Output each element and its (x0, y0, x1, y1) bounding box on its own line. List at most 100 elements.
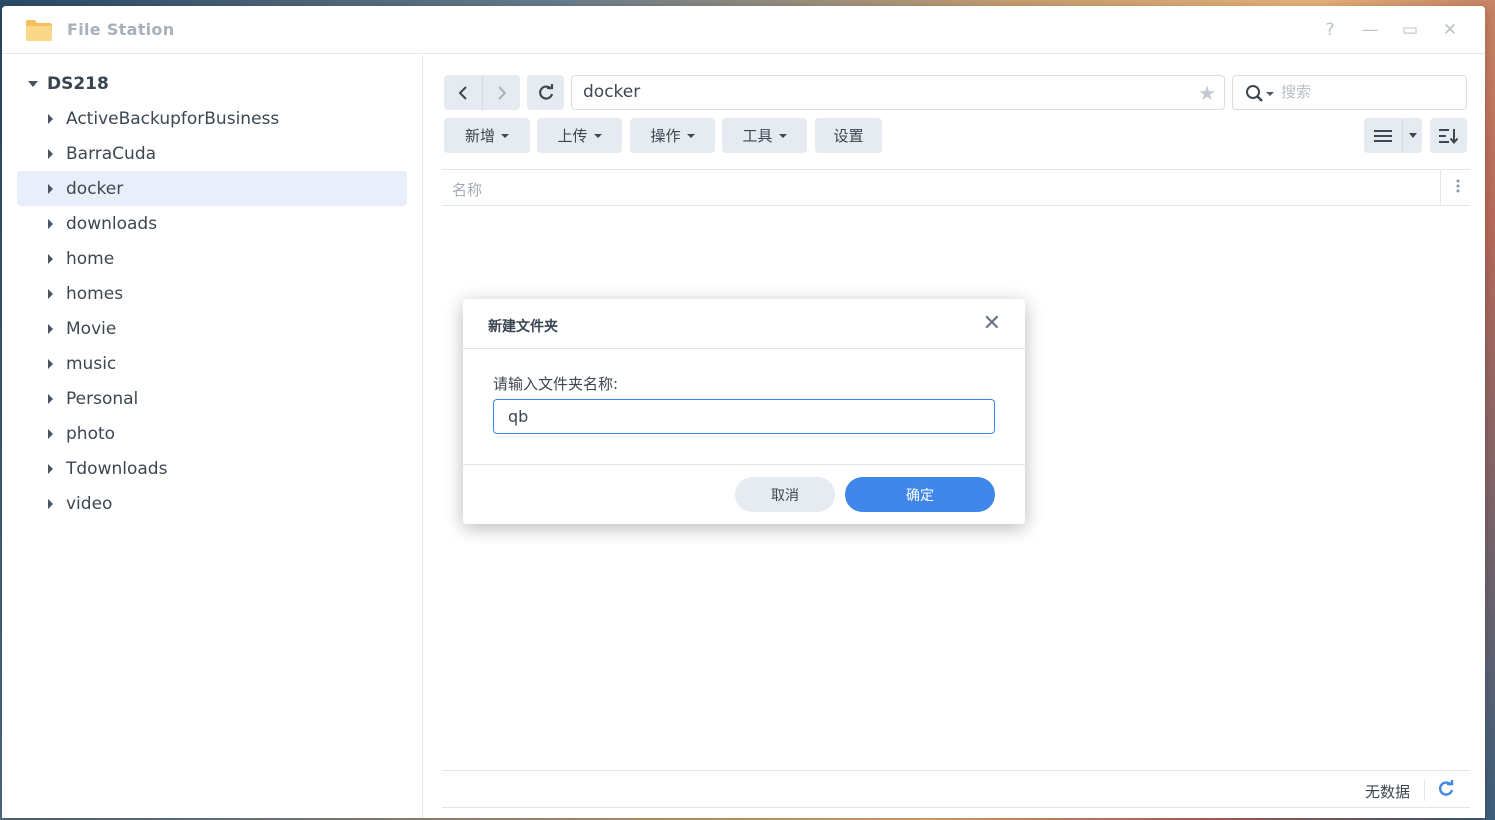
back-button[interactable] (444, 75, 482, 110)
column-header: 名称 (442, 169, 1470, 206)
list-view-button[interactable] (1364, 118, 1402, 153)
folder-name-input[interactable] (493, 399, 995, 434)
empty-status-text: 无数据 (1364, 783, 1410, 801)
search-options-caret-icon[interactable] (1266, 92, 1274, 96)
maximize-icon[interactable]: ▭ (1399, 19, 1421, 41)
sidebar-item-label: photo (66, 423, 116, 444)
upload-button[interactable]: 上传 (537, 118, 622, 153)
sidebar-item-video[interactable]: video (17, 486, 407, 521)
tools-button-label: 工具 (742, 127, 773, 145)
dialog-divider-bottom (463, 464, 1025, 465)
column-separator (1440, 170, 1441, 206)
caret-right-icon[interactable] (48, 218, 53, 229)
dialog-divider-top (463, 348, 1025, 349)
view-mode-dropdown[interactable] (1402, 118, 1422, 153)
status-footer: 无数据 (442, 770, 1470, 808)
sidebar-item-label: Tdownloads (66, 458, 168, 479)
caret-right-icon[interactable] (48, 183, 53, 194)
settings-button-label: 设置 (833, 127, 864, 145)
column-menu-icon[interactable] (1456, 178, 1462, 194)
sidebar-item-personal[interactable]: Personal (17, 381, 407, 416)
sidebar-item-home[interactable]: home (17, 241, 407, 276)
close-icon[interactable]: ✕ (1439, 19, 1461, 41)
caret-right-icon[interactable] (48, 253, 53, 264)
footer-separator (1424, 779, 1425, 801)
sort-button[interactable] (1430, 118, 1467, 153)
sidebar-item-movie[interactable]: Movie (17, 311, 407, 346)
search-input[interactable] (1281, 83, 1451, 101)
sidebar-item-activebackupforbusiness[interactable]: ActiveBackupforBusiness (17, 101, 407, 136)
chevron-left-icon (458, 85, 467, 100)
caret-right-icon[interactable] (48, 498, 53, 509)
window-title: File Station (67, 20, 175, 39)
forward-button[interactable] (482, 75, 520, 110)
settings-button[interactable]: 设置 (815, 118, 882, 153)
sidebar-item-label: downloads (66, 213, 158, 234)
tree-root-label: DS218 (47, 74, 109, 94)
ok-button[interactable]: 确定 (845, 477, 995, 512)
caret-right-icon[interactable] (48, 393, 53, 404)
sidebar-item-barracuda[interactable]: BarraCuda (17, 136, 407, 171)
reload-icon[interactable] (1437, 780, 1455, 798)
create-button-label: 新增 (464, 127, 495, 145)
caret-right-icon[interactable] (48, 358, 53, 369)
sidebar-item-tdownloads[interactable]: Tdownloads (17, 451, 407, 486)
sidebar-item-docker[interactable]: docker (17, 171, 407, 206)
sidebar-item-music[interactable]: music (17, 346, 407, 381)
caret-right-icon[interactable] (48, 323, 53, 334)
caret-down-icon (501, 133, 509, 138)
help-icon[interactable]: ? (1319, 19, 1341, 41)
dialog-title: 新建文件夹 (488, 319, 558, 335)
sidebar-item-photo[interactable]: photo (17, 416, 407, 451)
caret-down-icon (686, 133, 695, 138)
list-view-icon (1374, 129, 1392, 142)
sort-icon (1438, 128, 1458, 144)
sidebar-item-label: home (66, 248, 115, 269)
folder-name-label: 请输入文件夹名称: (493, 375, 619, 393)
sidebar-item-label: ActiveBackupforBusiness (66, 108, 280, 129)
upload-button-label: 上传 (557, 127, 588, 145)
column-name-header[interactable]: 名称 (452, 179, 482, 200)
star-icon[interactable]: ★ (1198, 81, 1216, 105)
nav-button-group (444, 75, 520, 110)
search-icon[interactable] (1245, 84, 1265, 104)
new-folder-dialog: 新建文件夹 ✕ 请输入文件夹名称: 取消 确定 (463, 299, 1025, 524)
sidebar-item-label: Personal (66, 388, 139, 409)
tree-list: ActiveBackupforBusiness BarraCuda docker do… (17, 101, 407, 521)
caret-down-icon (593, 133, 602, 138)
tools-button[interactable]: 工具 (722, 118, 807, 153)
view-mode-group (1364, 118, 1422, 153)
sidebar-item-label: docker (66, 178, 124, 199)
title-bar: File Station ? — ▭ ✕ (2, 6, 1485, 54)
folder-app-icon (26, 20, 52, 41)
create-button[interactable]: 新增 (444, 118, 530, 153)
refresh-button[interactable] (527, 75, 564, 110)
sidebar-item-label: video (66, 493, 113, 514)
search-box[interactable] (1232, 75, 1467, 110)
action-button-label: 操作 (650, 127, 681, 145)
sidebar-item-label: BarraCuda (66, 143, 157, 164)
caret-right-icon[interactable] (48, 113, 53, 124)
sidebar-item-label: Movie (66, 318, 117, 339)
dialog-close-icon[interactable]: ✕ (983, 313, 1001, 335)
minimize-icon[interactable]: — (1359, 19, 1381, 41)
caret-down-icon[interactable] (28, 81, 38, 87)
sidebar-item-downloads[interactable]: downloads (17, 206, 407, 241)
action-button[interactable]: 操作 (630, 118, 715, 153)
tree-root-ds218[interactable]: DS218 (28, 73, 109, 95)
sidebar-item-label: music (66, 353, 117, 374)
caret-right-icon[interactable] (48, 148, 53, 159)
chevron-right-icon (497, 85, 506, 100)
path-bar[interactable]: docker ★ (571, 75, 1225, 110)
caret-right-icon[interactable] (48, 428, 53, 439)
caret-down-icon (778, 133, 787, 138)
caret-right-icon[interactable] (48, 288, 53, 299)
folder-tree: DS218 ActiveBackupforBusiness BarraCuda do… (2, 55, 423, 818)
caret-right-icon[interactable] (48, 463, 53, 474)
path-text: docker (583, 82, 641, 102)
cancel-button[interactable]: 取消 (735, 477, 835, 512)
sidebar-item-homes[interactable]: homes (17, 276, 407, 311)
sidebar-item-label: homes (66, 283, 124, 304)
caret-down-icon (1408, 133, 1417, 138)
refresh-icon (538, 83, 553, 100)
